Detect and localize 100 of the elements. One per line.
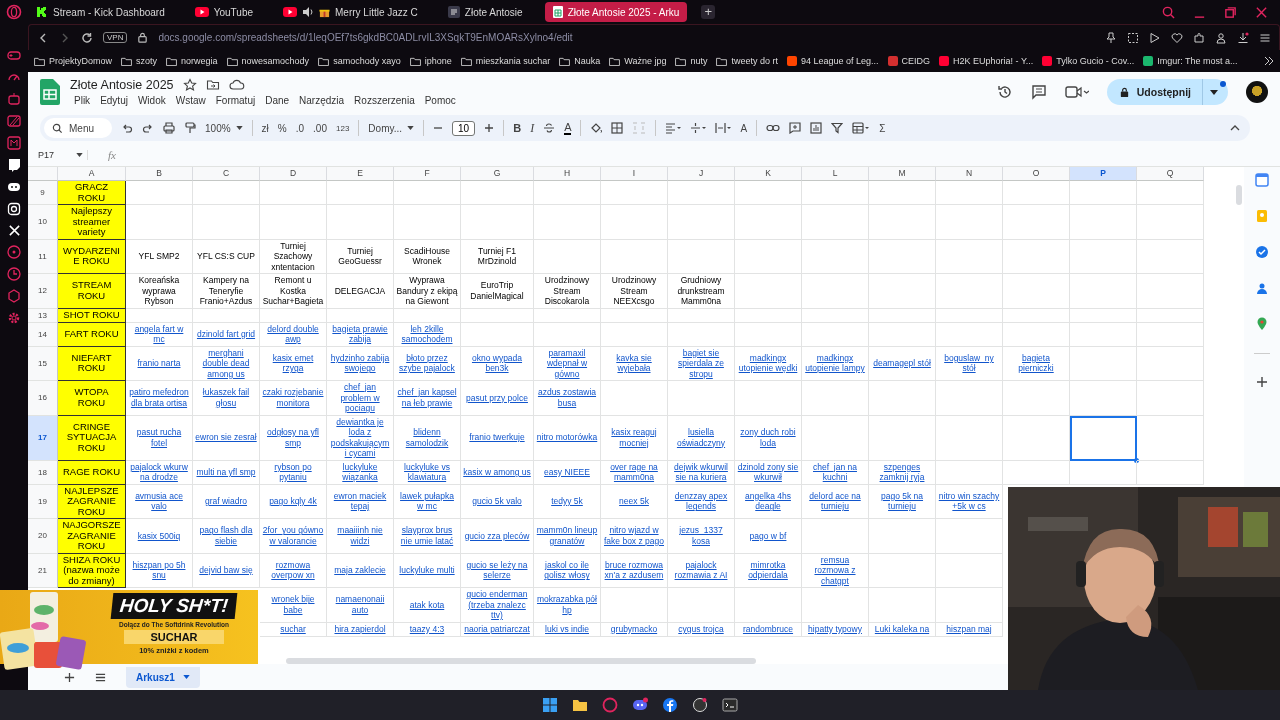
link-cell[interactable]: czaki rozjebanie monitora (260, 381, 327, 416)
link-cell[interactable]: over rage na mamm0na (601, 460, 668, 485)
empty-cell[interactable] (735, 381, 802, 416)
empty-cell[interactable] (668, 308, 735, 323)
empty-cell[interactable] (534, 308, 601, 323)
empty-cell[interactable] (601, 181, 668, 205)
menu-search-field[interactable]: Menu (44, 118, 112, 138)
keep-icon[interactable] (1255, 209, 1269, 223)
empty-cell[interactable] (260, 181, 327, 205)
link-cell[interactable]: gucio enderman (trzeba znalezc ttv) (461, 588, 534, 623)
link-cell[interactable]: hiszpan po 5h snu (126, 553, 193, 588)
link-cell[interactable]: naoria patriarczat (461, 622, 534, 637)
facebook-icon[interactable] (662, 697, 678, 713)
row-header[interactable]: 9 (28, 181, 58, 205)
empty-cell[interactable] (802, 239, 869, 274)
link-cell[interactable]: pasut rucha fotel (126, 415, 193, 461)
currency-button[interactable]: zł (261, 122, 269, 134)
link-cell[interactable]: mokrazabka pół hp (534, 588, 601, 623)
link-cell[interactable]: kasix w among us (461, 460, 534, 485)
empty-cell[interactable] (1070, 308, 1137, 323)
column-header[interactable]: D (260, 167, 327, 181)
empty-cell[interactable] (1070, 181, 1137, 205)
empty-cell[interactable] (936, 381, 1003, 416)
link-cell[interactable]: odgłosy na yfl smp (260, 415, 327, 461)
empty-cell[interactable] (1137, 181, 1204, 205)
scrollbar[interactable] (1236, 185, 1242, 205)
column-header[interactable]: M (869, 167, 936, 181)
borders-icon[interactable] (611, 122, 624, 134)
gamepad-icon[interactable] (7, 48, 21, 62)
empty-cell[interactable] (461, 308, 534, 323)
link-cell[interactable]: gucio 5k valo (461, 484, 534, 519)
more-bookmarks-icon[interactable] (1264, 56, 1274, 66)
user-icon[interactable] (1215, 31, 1227, 44)
link-cell[interactable]: kavka sie wyjebała (601, 346, 668, 381)
stripes-icon[interactable] (7, 114, 21, 128)
link-cell[interactable]: nitro motorówka (534, 415, 601, 461)
bookmark[interactable]: mieszkania suchar (460, 56, 551, 66)
link-cell[interactable]: neex 5k (601, 484, 668, 519)
column-header[interactable]: F (394, 167, 461, 181)
bold-button[interactable]: B (513, 122, 522, 134)
empty-cell[interactable] (1003, 381, 1070, 416)
link-cell[interactable]: dejwik wkurwil sie na kuriera (668, 460, 735, 485)
link-cell[interactable]: dzinold fart grid (193, 322, 260, 347)
new-tab-button[interactable]: + (701, 5, 716, 19)
x-logo-icon[interactable] (7, 224, 21, 237)
link-cell[interactable]: hydzinho zabija swojego (327, 346, 394, 381)
link-cell[interactable]: patiro mefedron dla brata ortisa (126, 381, 193, 416)
link-cell[interactable]: jezus_1337 kosa (668, 519, 735, 554)
empty-cell[interactable] (461, 181, 534, 205)
font-size-field[interactable]: 10 (452, 120, 476, 136)
empty-cell[interactable] (327, 308, 394, 323)
link-cell[interactable]: hira zapierdol (327, 622, 394, 637)
menu-icon[interactable] (1259, 31, 1271, 44)
link-cell[interactable]: graf wiadro (193, 484, 260, 519)
empty-cell[interactable] (1070, 274, 1137, 309)
empty-cell[interactable] (869, 519, 936, 554)
column-header[interactable]: Q (1137, 167, 1204, 181)
paint-format-icon[interactable] (184, 122, 196, 134)
empty-cell[interactable] (802, 308, 869, 323)
vpn-badge[interactable]: VPN (103, 32, 128, 43)
empty-cell[interactable] (260, 205, 327, 240)
row-header[interactable]: 18 (28, 460, 58, 485)
empty-cell[interactable] (1137, 460, 1204, 485)
menu-item[interactable]: Dane (261, 95, 294, 106)
link-cell[interactable]: slayprox brus nie umie latać (394, 519, 461, 554)
cube-icon[interactable] (7, 289, 21, 303)
app-icon[interactable] (692, 697, 708, 713)
link-cell[interactable]: kasix reaguj mocniej (601, 415, 668, 461)
link-cell[interactable]: mimrotka odpierdala (735, 553, 802, 588)
cloud-icon[interactable] (228, 79, 245, 91)
menu-item[interactable]: Edytuj (96, 95, 132, 106)
link-cell[interactable]: azdus zostawia busa (534, 381, 601, 416)
link-cell[interactable]: dejvid baw się (193, 553, 260, 588)
empty-cell[interactable] (601, 381, 668, 416)
bookmark[interactable]: Ważne jpg (609, 56, 667, 66)
row-header[interactable]: 19 (28, 484, 58, 519)
link-cell[interactable]: ewron maciek tepaj (327, 484, 394, 519)
empty-cell[interactable] (735, 181, 802, 205)
empty-cell[interactable] (327, 205, 394, 240)
empty-cell[interactable] (1070, 239, 1137, 274)
column-header[interactable]: O (1003, 167, 1070, 181)
empty-cell[interactable] (869, 322, 936, 347)
empty-cell[interactable] (394, 181, 461, 205)
select-all-corner[interactable] (28, 167, 58, 181)
link-cell[interactable]: atak kota (394, 588, 461, 623)
row-header[interactable]: 17 (28, 415, 58, 461)
empty-cell[interactable] (735, 322, 802, 347)
history-icon[interactable] (996, 84, 1013, 100)
empty-cell[interactable] (936, 274, 1003, 309)
empty-cell[interactable] (936, 519, 1003, 554)
empty-cell[interactable] (936, 205, 1003, 240)
column-header[interactable]: N (936, 167, 1003, 181)
scrollbar[interactable] (286, 658, 756, 664)
link-cell[interactable]: luki vs indie (534, 622, 601, 637)
link-cell[interactable]: wronek bije babe (260, 588, 327, 623)
empty-cell[interactable] (802, 588, 869, 623)
link-cell[interactable]: rozmowa overpow xn (260, 553, 327, 588)
link-cell[interactable]: lawek pułapka w mc (394, 484, 461, 519)
empty-cell[interactable] (1137, 308, 1204, 323)
increase-decimals-button[interactable]: .00 (313, 122, 327, 134)
